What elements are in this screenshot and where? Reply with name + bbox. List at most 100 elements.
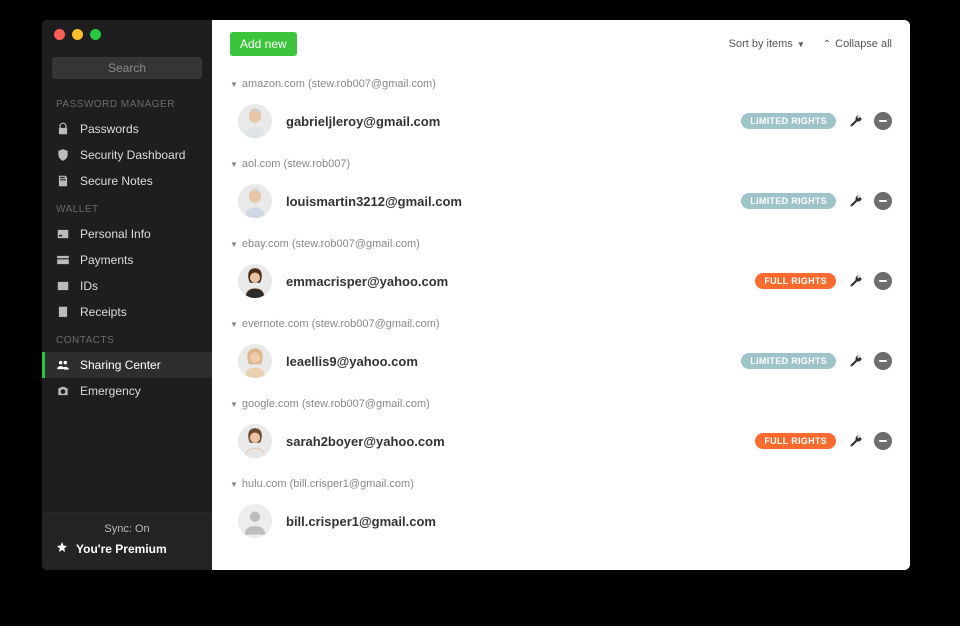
contact-email: sarah2boyer@yahoo.com (286, 434, 445, 449)
group-header-label: ebay.com (stew.rob007@gmail.com) (242, 238, 420, 250)
maximize-window-icon[interactable] (90, 29, 101, 40)
search-input[interactable] (52, 57, 202, 79)
group-header[interactable]: ▼ evernote.com (stew.rob007@gmail.com) (230, 318, 892, 330)
sidebar-item-payments[interactable]: Payments (42, 247, 212, 273)
avatar (238, 104, 272, 138)
nav-section-title: PASSWORD MANAGER (42, 89, 212, 116)
card-icon (56, 253, 70, 267)
wrench-icon[interactable] (846, 432, 864, 450)
row-actions: FULL RIGHTS (755, 432, 892, 450)
sidebar-nav: PASSWORD MANAGER Passwords Security Dashbo… (42, 89, 212, 404)
camera-icon (56, 384, 70, 398)
contact-email: emmacrisper@yahoo.com (286, 274, 448, 289)
sidebar-item-sharing-center[interactable]: Sharing Center (42, 352, 212, 378)
group-header[interactable]: ▼ ebay.com (stew.rob007@gmail.com) (230, 238, 892, 250)
chevron-down-icon: ▼ (230, 160, 238, 169)
premium-label: You're Premium (76, 542, 167, 556)
remove-icon[interactable] (874, 352, 892, 370)
sidebar-item-label: Emergency (80, 384, 141, 398)
nav-section-title: WALLET (42, 194, 212, 221)
rights-badge: LIMITED RIGHTS (741, 193, 836, 209)
lock-icon (56, 122, 70, 136)
chevron-down-icon: ▼ (230, 240, 238, 249)
sidebar-item-label: Passwords (80, 122, 139, 136)
sort-label: Sort by items (729, 38, 793, 50)
row-actions: LIMITED RIGHTS (741, 112, 892, 130)
contact-row: gabrieljleroy@gmail.com LIMITED RIGHTS (230, 90, 892, 142)
remove-icon[interactable] (874, 192, 892, 210)
chevron-down-icon: ▼ (230, 80, 238, 89)
group-header-label: google.com (stew.rob007@gmail.com) (242, 398, 430, 410)
contact-email: louismartin3212@gmail.com (286, 194, 462, 209)
avatar (238, 424, 272, 458)
sharing-list: ▼amazon.com (stew.rob007@gmail.com)gabri… (212, 62, 910, 570)
contact-row: sarah2boyer@yahoo.com FULL RIGHTS (230, 410, 892, 462)
sidebar-item-emergency[interactable]: Emergency (42, 378, 212, 404)
sidebar-item-secure-notes[interactable]: Secure Notes (42, 168, 212, 194)
row-actions: LIMITED RIGHTS (741, 192, 892, 210)
sidebar-item-label: IDs (80, 279, 98, 293)
remove-icon[interactable] (874, 432, 892, 450)
contact-row: louismartin3212@gmail.com LIMITED RIGHTS (230, 170, 892, 222)
wrench-icon[interactable] (846, 192, 864, 210)
rights-badge: FULL RIGHTS (755, 433, 836, 449)
close-window-icon[interactable] (54, 29, 65, 40)
people-icon (56, 358, 70, 372)
sidebar-item-label: Secure Notes (80, 174, 153, 188)
add-new-button[interactable]: Add new (230, 32, 297, 56)
minimize-window-icon[interactable] (72, 29, 83, 40)
toolbar: Add new Sort by items ▼ ⌃ Collapse all (212, 20, 910, 62)
remove-icon[interactable] (874, 112, 892, 130)
collapse-label: Collapse all (835, 38, 892, 50)
person-card-icon (56, 227, 70, 241)
sidebar-item-receipts[interactable]: Receipts (42, 299, 212, 325)
group-header-label: hulu.com (bill.crisper1@gmail.com) (242, 478, 414, 490)
shield-icon (56, 148, 70, 162)
chevron-down-icon: ▼ (230, 400, 238, 409)
wrench-icon[interactable] (846, 352, 864, 370)
main-panel: Add new Sort by items ▼ ⌃ Collapse all ▼… (212, 20, 910, 570)
sidebar-item-ids[interactable]: IDs (42, 273, 212, 299)
chevron-down-icon: ▼ (230, 320, 238, 329)
sort-dropdown[interactable]: Sort by items ▼ (729, 38, 805, 50)
chevron-down-icon: ▼ (230, 480, 238, 489)
sidebar-item-passwords[interactable]: Passwords (42, 116, 212, 142)
contact-email: bill.crisper1@gmail.com (286, 514, 436, 529)
contact-email: leaellis9@yahoo.com (286, 354, 418, 369)
sidebar-item-security-dashboard[interactable]: Security Dashboard (42, 142, 212, 168)
row-actions: FULL RIGHTS (755, 272, 892, 290)
sidebar-footer: Sync: On You're Premium (42, 512, 212, 570)
rights-badge: LIMITED RIGHTS (741, 353, 836, 369)
group-header-label: evernote.com (stew.rob007@gmail.com) (242, 318, 440, 330)
avatar (238, 504, 272, 538)
contact-email: gabrieljleroy@gmail.com (286, 114, 440, 129)
sidebar-item-label: Sharing Center (80, 358, 161, 372)
group-header[interactable]: ▼ hulu.com (bill.crisper1@gmail.com) (230, 478, 892, 490)
window-controls (42, 20, 212, 51)
avatar (238, 344, 272, 378)
avatar (238, 184, 272, 218)
wrench-icon[interactable] (846, 272, 864, 290)
receipt-icon (56, 305, 70, 319)
row-actions: LIMITED RIGHTS (741, 352, 892, 370)
contact-row: leaellis9@yahoo.com LIMITED RIGHTS (230, 330, 892, 382)
toolbar-right: Sort by items ▼ ⌃ Collapse all (729, 38, 892, 50)
chevron-up-icon: ⌃ (823, 39, 831, 50)
sidebar-item-personal-info[interactable]: Personal Info (42, 221, 212, 247)
collapse-all-button[interactable]: ⌃ Collapse all (823, 38, 892, 50)
contact-row: bill.crisper1@gmail.com (230, 490, 892, 542)
group-header[interactable]: ▼ google.com (stew.rob007@gmail.com) (230, 398, 892, 410)
rights-badge: LIMITED RIGHTS (741, 113, 836, 129)
wrench-icon[interactable] (846, 112, 864, 130)
group-header[interactable]: ▼amazon.com (stew.rob007@gmail.com) (230, 78, 892, 90)
star-icon (56, 541, 68, 556)
group-header-label: aol.com (stew.rob007) (242, 158, 350, 170)
sync-status: Sync: On (56, 523, 198, 541)
group-header[interactable]: ▼ aol.com (stew.rob007) (230, 158, 892, 170)
chevron-down-icon: ▼ (797, 40, 805, 49)
remove-icon[interactable] (874, 272, 892, 290)
sidebar-item-label: Security Dashboard (80, 148, 185, 162)
premium-status: You're Premium (56, 541, 198, 556)
search-container (42, 51, 212, 89)
note-icon (56, 174, 70, 188)
